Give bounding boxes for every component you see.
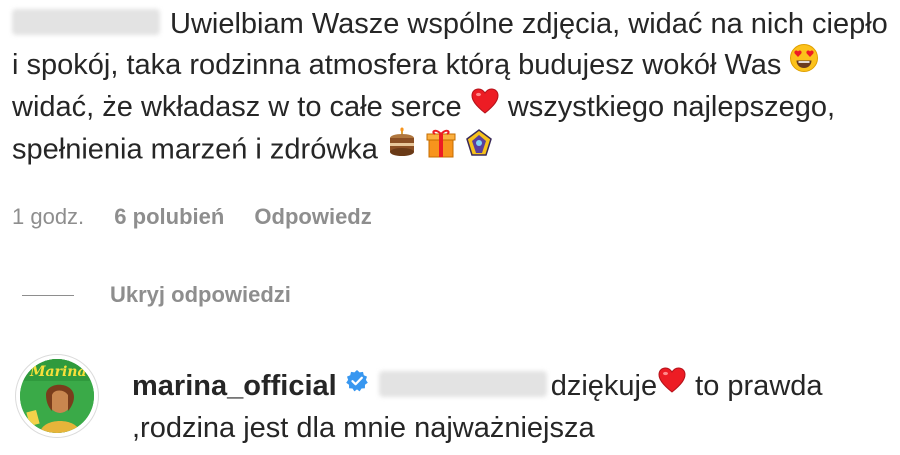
reply-text-part-1: dziękuje [550, 370, 658, 402]
reply-body: marina_official dziękuje to prawda ,rodz… [132, 366, 892, 449]
gift-emoji-icon [426, 127, 456, 171]
reply-username[interactable]: marina_official [132, 370, 337, 402]
red-heart-emoji-icon [657, 365, 687, 406]
birthday-cake-emoji-icon [386, 127, 418, 171]
reply-button[interactable]: Odpowiedz [254, 204, 371, 229]
comment-body: Uwielbiam Wasze wspólne zdjęcia, widać n… [12, 4, 892, 173]
svg-text:Marina: Marina [29, 364, 87, 380]
blurred-comment-author[interactable] [12, 9, 160, 36]
heart-eyes-emoji-icon [789, 43, 819, 85]
divider-line [22, 294, 74, 296]
comment-timestamp: 1 godz. [12, 204, 85, 229]
blurred-mention-link[interactable] [378, 371, 547, 398]
hide-replies-label: Ukryj odpowiedzi [110, 282, 291, 307]
red-heart-emoji-icon [470, 86, 500, 127]
reply-author-avatar[interactable]: Marina [15, 354, 99, 438]
likes-count-button[interactable]: 6 polubień [114, 204, 224, 229]
hide-replies-button[interactable]: Ukryj odpowiedzi [22, 282, 291, 308]
comment-text-part-2: widać, że wkładasz w to całe serce [12, 91, 462, 124]
avatar-image: Marina [20, 359, 94, 433]
verified-badge-icon [345, 364, 369, 405]
comment-meta: 1 godz. 6 polubień Odpowiedz [12, 204, 396, 230]
crown-emoji-icon [464, 127, 494, 171]
